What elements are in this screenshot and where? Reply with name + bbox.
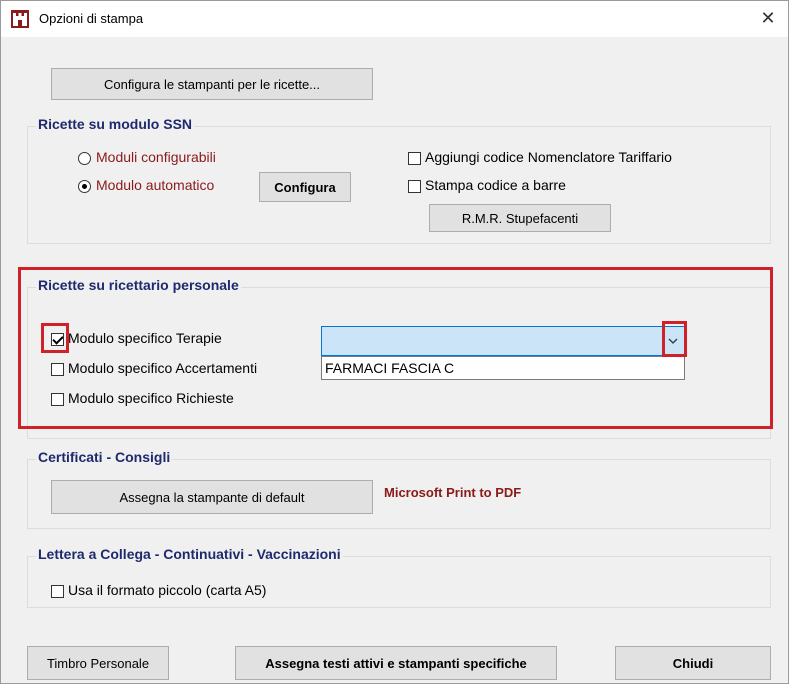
assign-default-printer-button[interactable]: Assegna la stampante di default	[51, 480, 373, 514]
radio-modulo-automatico-label: Modulo automatico	[96, 177, 215, 193]
checkbox-formato-a5[interactable]	[51, 585, 64, 598]
castle-icon	[11, 10, 29, 28]
highlight-box-dropdown-arrow	[662, 321, 687, 357]
rmr-stupefacenti-button[interactable]: R.M.R. Stupefacenti	[429, 204, 611, 232]
checkbox-nomenclatore[interactable]	[408, 152, 421, 165]
checkbox-nomenclatore-label: Aggiungi codice Nomenclatore Tariffario	[425, 149, 672, 165]
assegna-testi-button[interactable]: Assegna testi attivi e stampanti specifi…	[235, 646, 557, 680]
configura-button[interactable]: Configura	[259, 172, 351, 202]
title-bar: Opzioni di stampa ✕	[1, 1, 788, 37]
default-printer-name: Microsoft Print to PDF	[384, 485, 522, 500]
checkbox-formato-a5-label: Usa il formato piccolo (carta A5)	[68, 582, 267, 598]
close-icon[interactable]: ✕	[756, 6, 780, 30]
configure-printers-button[interactable]: Configura le stampanti per le ricette...	[51, 68, 373, 100]
radio-modulo-automatico[interactable]	[78, 180, 91, 193]
lettera-group-title: Lettera a Collega - Continuativi - Vacci…	[36, 546, 343, 562]
highlight-box-personale	[18, 267, 773, 429]
highlight-box-checkbox	[41, 323, 69, 353]
certificati-group-title: Certificati - Consigli	[36, 449, 173, 465]
checkbox-barcode-label: Stampa codice a barre	[425, 177, 566, 193]
radio-moduli-configurabili[interactable]	[78, 152, 91, 165]
ssn-group-title: Ricette su modulo SSN	[36, 116, 195, 132]
chiudi-button[interactable]: Chiudi	[615, 646, 771, 680]
window-title: Opzioni di stampa	[39, 11, 144, 26]
checkbox-barcode[interactable]	[408, 180, 421, 193]
radio-moduli-configurabili-label: Moduli configurabili	[96, 149, 216, 165]
print-options-window: Opzioni di stampa ✕ Configura le stampan…	[0, 0, 789, 684]
timbro-personale-button[interactable]: Timbro Personale	[27, 646, 169, 680]
